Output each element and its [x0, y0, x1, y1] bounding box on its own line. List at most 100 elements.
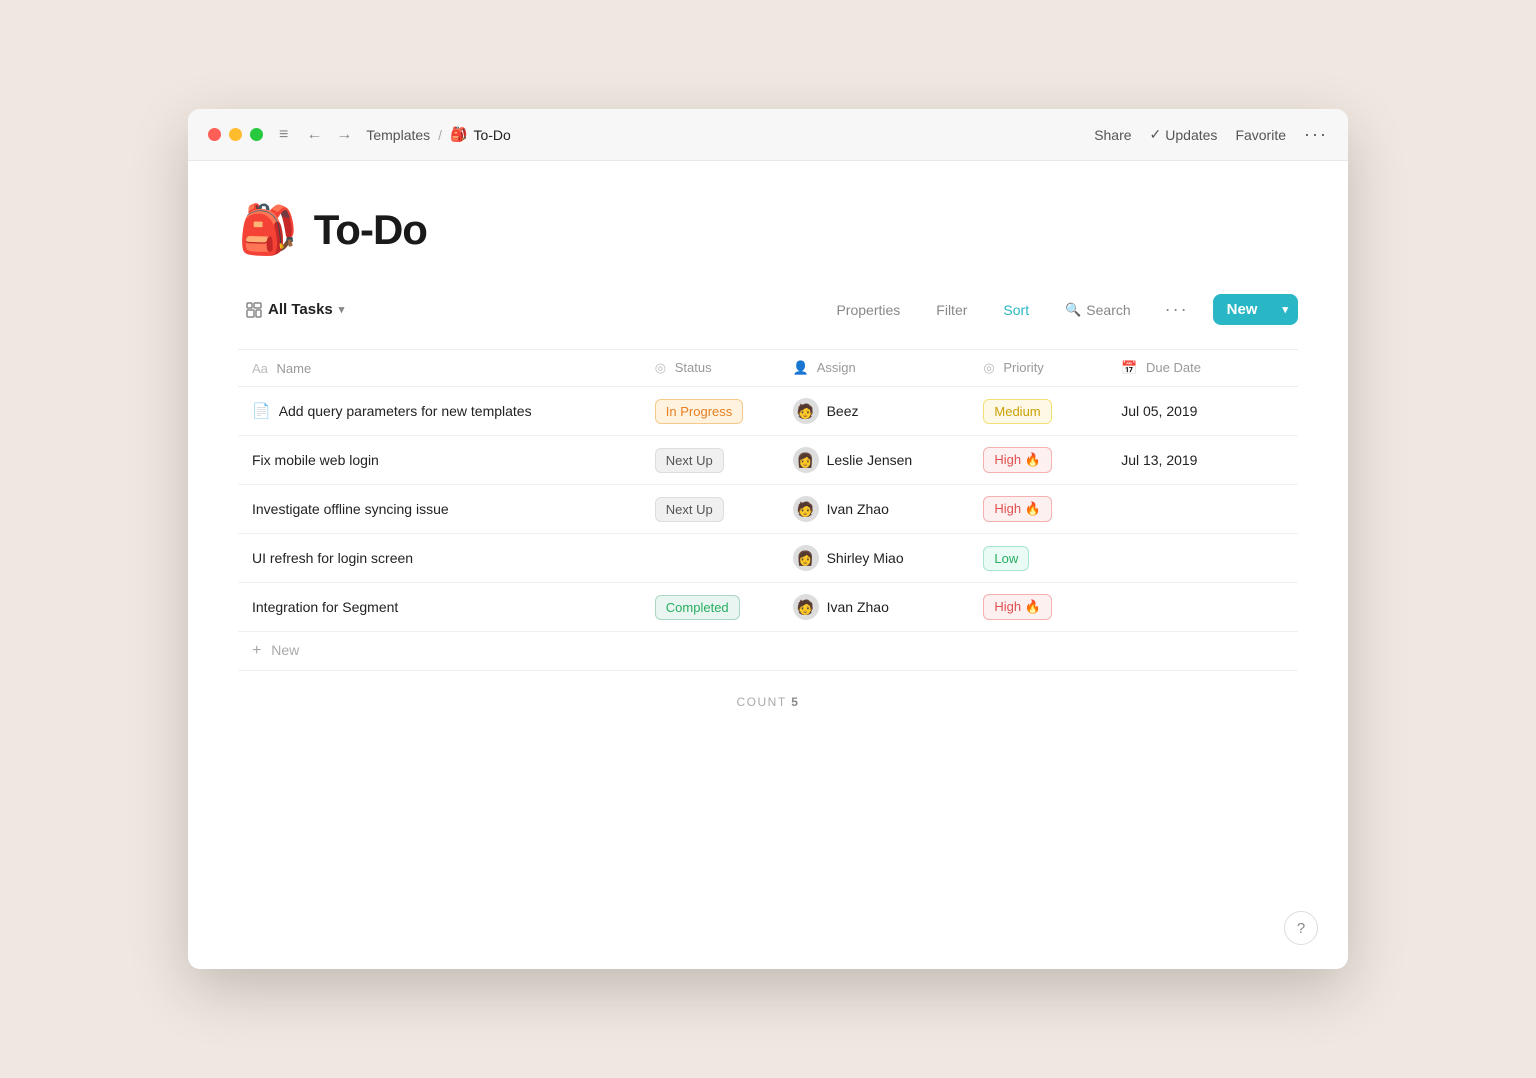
avatar: 🧑 [793, 496, 819, 522]
page-title: To-Do [314, 206, 427, 254]
sort-button[interactable]: Sort [993, 297, 1039, 323]
breadcrumb-current: 🎒 To-Do [450, 126, 511, 143]
table-header-row: Aa Name ◎ Status 👤 Assign ◎ Priority [238, 350, 1298, 387]
share-button[interactable]: Share [1094, 127, 1131, 143]
forward-arrow-icon[interactable]: → [332, 124, 356, 146]
table-row[interactable]: UI refresh for login screen 👩 Shirley Mi… [238, 534, 1298, 583]
task-duedate-cell: Jul 13, 2019 [1107, 436, 1298, 485]
col-header-status: ◎ Status [641, 350, 779, 387]
search-icon: 🔍 [1065, 302, 1081, 318]
col-priority-label: Priority [1003, 360, 1043, 375]
updates-button[interactable]: ✓ Updates [1150, 126, 1218, 143]
task-duedate-cell [1107, 583, 1298, 632]
toolbar: All Tasks ▾ Properties Filter Sort 🔍 Sea… [238, 294, 1298, 333]
priority-badge: High 🔥 [983, 496, 1052, 522]
updates-label: Updates [1165, 127, 1217, 143]
minimize-button[interactable] [229, 128, 242, 141]
task-status-cell[interactable]: Next Up [641, 485, 779, 534]
all-tasks-view-button[interactable]: All Tasks ▾ [238, 297, 352, 322]
col-name-label: Name [277, 361, 312, 376]
priority-badge: Medium [983, 399, 1051, 424]
task-name: Add query parameters for new templates [279, 403, 532, 419]
back-arrow-icon[interactable]: ← [302, 124, 326, 146]
task-name-cell[interactable]: UI refresh for login screen [238, 534, 641, 583]
status-badge: Next Up [655, 448, 724, 473]
new-btn-arrow[interactable]: ▾ [1272, 296, 1298, 323]
task-status-cell[interactable]: Completed [641, 583, 779, 632]
breadcrumb-parent[interactable]: Templates [366, 127, 430, 143]
plus-icon: + [252, 642, 261, 659]
breadcrumb-emoji: 🎒 [450, 126, 467, 143]
favorite-button[interactable]: Favorite [1235, 127, 1286, 143]
task-name-cell[interactable]: Fix mobile web login [238, 436, 641, 485]
col-status-label: Status [675, 360, 712, 375]
more-toolbar-button[interactable]: ··· [1157, 295, 1197, 324]
task-assign-cell[interactable]: 🧑 Beez [779, 387, 970, 436]
traffic-lights [208, 128, 263, 141]
task-name-cell[interactable]: 📄 Add query parameters for new templates [238, 387, 641, 436]
task-status-cell[interactable]: In Progress [641, 387, 779, 436]
close-button[interactable] [208, 128, 221, 141]
doc-icon: 📄 [252, 402, 271, 420]
table-row[interactable]: Fix mobile web login Next Up 👩 Leslie Je… [238, 436, 1298, 485]
assign-name: Beez [827, 403, 859, 419]
new-btn-label: New [1213, 294, 1272, 325]
tasks-table: Aa Name ◎ Status 👤 Assign ◎ Priority [238, 349, 1298, 671]
hamburger-icon[interactable]: ≡ [279, 126, 288, 144]
task-duedate-cell [1107, 534, 1298, 583]
titlebar: ≡ ← → Templates / 🎒 To-Do Share ✓ Update… [188, 109, 1348, 161]
task-priority-cell[interactable]: High 🔥 [969, 583, 1107, 632]
titlebar-actions: Share ✓ Updates Favorite ··· [1094, 124, 1328, 145]
assign-col-icon: 👤 [793, 360, 809, 375]
table-row[interactable]: Integration for Segment Completed 🧑 Ivan… [238, 583, 1298, 632]
table-row[interactable]: 📄 Add query parameters for new templates… [238, 387, 1298, 436]
more-options-button[interactable]: ··· [1304, 124, 1328, 145]
task-name-cell[interactable]: Integration for Segment [238, 583, 641, 632]
status-badge: Completed [655, 595, 740, 620]
col-header-duedate: 📅 Due Date [1107, 350, 1298, 387]
chevron-down-icon: ▾ [339, 303, 345, 316]
task-status-cell[interactable]: Next Up [641, 436, 779, 485]
task-name: Integration for Segment [252, 599, 398, 615]
task-assign-cell[interactable]: 👩 Leslie Jensen [779, 436, 970, 485]
count-row: COUNT 5 [238, 671, 1298, 719]
toolbar-right: Properties Filter Sort 🔍 Search ··· New … [826, 294, 1298, 325]
status-badge: In Progress [655, 399, 743, 424]
table-row[interactable]: Investigate offline syncing issue Next U… [238, 485, 1298, 534]
name-col-icon: Aa [252, 361, 268, 376]
priority-badge: Low [983, 546, 1029, 571]
properties-button[interactable]: Properties [826, 297, 910, 323]
search-label: Search [1086, 302, 1130, 318]
task-assign-cell[interactable]: 🧑 Ivan Zhao [779, 485, 970, 534]
task-status-cell[interactable] [641, 534, 779, 583]
help-button[interactable]: ? [1284, 911, 1318, 945]
task-assign-cell[interactable]: 👩 Shirley Miao [779, 534, 970, 583]
col-header-name: Aa Name [238, 350, 641, 387]
grid-icon [246, 302, 262, 318]
search-button[interactable]: 🔍 Search [1055, 297, 1141, 323]
nav-arrows: ← → [302, 124, 356, 146]
avatar: 👩 [793, 447, 819, 473]
priority-badge: High 🔥 [983, 447, 1052, 473]
add-new-row[interactable]: + New [238, 632, 1298, 671]
add-new-cell[interactable]: + New [238, 632, 1298, 671]
task-priority-cell[interactable]: High 🔥 [969, 485, 1107, 534]
avatar: 👩 [793, 545, 819, 571]
task-duedate-cell [1107, 485, 1298, 534]
add-new-label: New [271, 642, 299, 658]
filter-button[interactable]: Filter [926, 297, 977, 323]
task-assign-cell[interactable]: 🧑 Ivan Zhao [779, 583, 970, 632]
new-task-button[interactable]: New ▾ [1213, 294, 1298, 325]
task-name: Investigate offline syncing issue [252, 501, 449, 517]
task-priority-cell[interactable]: Medium [969, 387, 1107, 436]
assign-name: Leslie Jensen [827, 452, 913, 468]
task-priority-cell[interactable]: High 🔥 [969, 436, 1107, 485]
page-content: 🎒 To-Do All Tasks ▾ [188, 161, 1348, 749]
col-assign-label: Assign [817, 360, 856, 375]
task-name-cell[interactable]: Investigate offline syncing issue [238, 485, 641, 534]
task-priority-cell[interactable]: Low [969, 534, 1107, 583]
priority-col-icon: ◎ [983, 360, 994, 375]
status-badge: Next Up [655, 497, 724, 522]
checkmark-icon: ✓ [1150, 126, 1162, 143]
maximize-button[interactable] [250, 128, 263, 141]
